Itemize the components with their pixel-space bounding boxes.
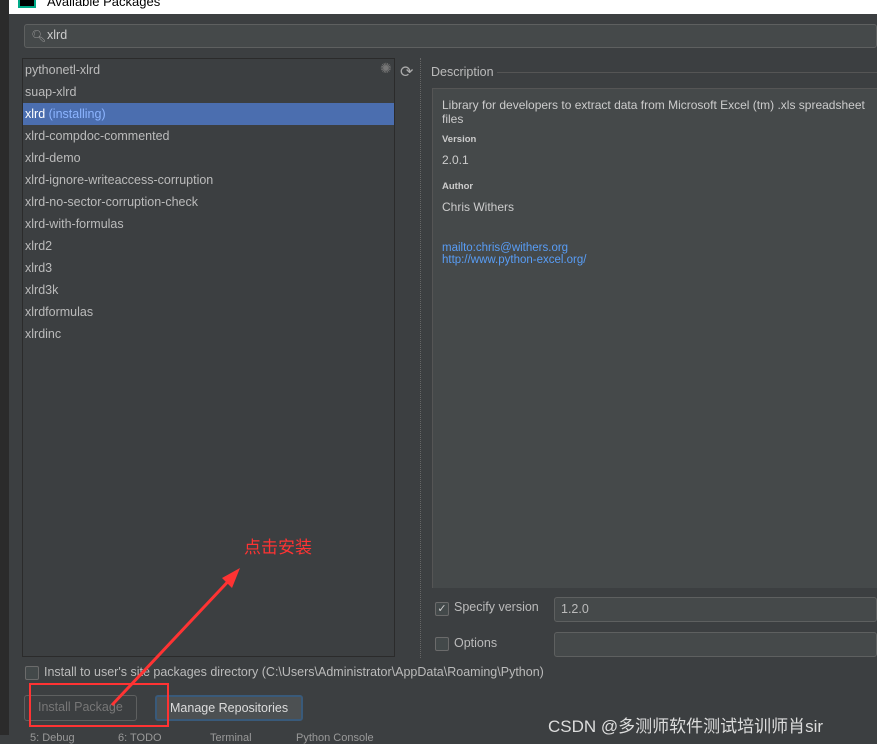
package-list-item[interactable]: suap-xlrd [23,81,394,103]
manage-repositories-button[interactable]: Manage Repositories [155,695,304,721]
package-name: xlrd3k [25,283,59,297]
package-name: xlrd [25,107,46,121]
package-name: xlrd-no-sector-corruption-check [25,195,198,209]
options-label: Options [454,636,498,650]
package-name: xlrd-ignore-writeaccess-corruption [25,173,214,187]
user-site-checkbox[interactable]: Install to user's site packages director… [25,665,544,683]
user-site-label: Install to user's site packages director… [44,665,544,679]
description-divider [497,72,877,73]
title-bar: Available Packages [9,0,877,14]
annotation-highlight-box [29,683,169,727]
package-name: suap-xlrd [25,85,77,99]
homepage-link[interactable]: http://www.python-excel.org/ [442,254,868,266]
description-panel: Library for developers to extract data f… [432,88,877,588]
checkbox-icon [435,637,449,651]
package-name: pythonetl-xlrd [25,63,101,77]
search-input[interactable]: 🔍︎ xlrd [24,24,877,48]
description-header: Description [431,65,494,79]
package-list-item[interactable]: xlrd-compdoc-commented [23,125,394,147]
package-list-item[interactable]: xlrd-ignore-writeaccess-corruption [23,169,394,191]
package-name: xlrdinc [25,327,62,341]
author-label: Author [442,181,474,192]
version-select[interactable]: 1.2.0 [554,597,877,622]
window-title: Available Packages [47,0,161,9]
tool-tab-python-console[interactable]: Python Console [296,732,374,744]
checkbox-checked-icon: ✓ [435,602,449,616]
loading-spinner-icon: ✺ [380,60,392,76]
package-list-item[interactable]: xlrd2 [23,235,394,257]
package-name: xlrd-compdoc-commented [25,129,170,143]
background-ide-strip [0,0,9,744]
package-list-item[interactable]: pythonetl-xlrd [23,59,394,81]
checkbox-icon [25,666,39,680]
options-checkbox[interactable]: Options [435,636,497,654]
specify-version-checkbox[interactable]: ✓ Specify version [435,600,539,616]
author-value: Chris Withers [442,200,515,214]
package-list-item[interactable]: xlrd-with-formulas [23,213,394,235]
package-list-item[interactable]: xlrd-no-sector-corruption-check [23,191,394,213]
email-link[interactable]: mailto:chris@withers.org [442,242,868,254]
refresh-icon[interactable]: ⟳ [400,62,413,82]
search-value: xlrd [47,28,68,42]
tool-tab-todo[interactable]: 6: TODO [118,732,162,744]
package-list-item[interactable]: xlrdinc [23,323,394,345]
package-list-item[interactable]: xlrd3k [23,279,394,301]
package-name: xlrd3 [25,261,53,275]
package-list-item[interactable]: xlrdformulas [23,301,394,323]
options-input[interactable] [554,632,877,657]
package-status: (installing) [48,107,106,121]
annotation-text: 点击安装 [244,538,312,557]
package-name: xlrd2 [25,239,53,253]
tool-tab-debug[interactable]: 5: Debug [30,732,75,744]
watermark: CSDN @多测师软件测试培训师肖sir [548,717,824,736]
package-list[interactable]: pythonetl-xlrd suap-xlrd xlrd (installing)… [22,58,395,657]
specify-version-label: Specify version [454,600,539,614]
splitter-handle[interactable] [420,58,424,658]
ide-status-bar: 5: Debug 6: TODO Terminal Python Console [0,732,877,744]
package-name: xlrdformulas [25,305,94,319]
package-name: xlrd-with-formulas [25,217,124,231]
package-list-item[interactable]: xlrd (installing) [23,103,394,125]
version-label: Version [442,134,477,145]
description-summary: Library for developers to extract data f… [442,98,865,126]
package-name: xlrd-demo [25,151,81,165]
tool-tab-terminal[interactable]: Terminal [210,732,252,744]
package-list-item[interactable]: xlrd3 [23,257,394,279]
version-value: 2.0.1 [442,153,469,167]
search-icon: 🔍︎ [31,29,47,43]
app-icon [18,0,36,8]
package-list-item[interactable]: xlrd-demo [23,147,394,169]
